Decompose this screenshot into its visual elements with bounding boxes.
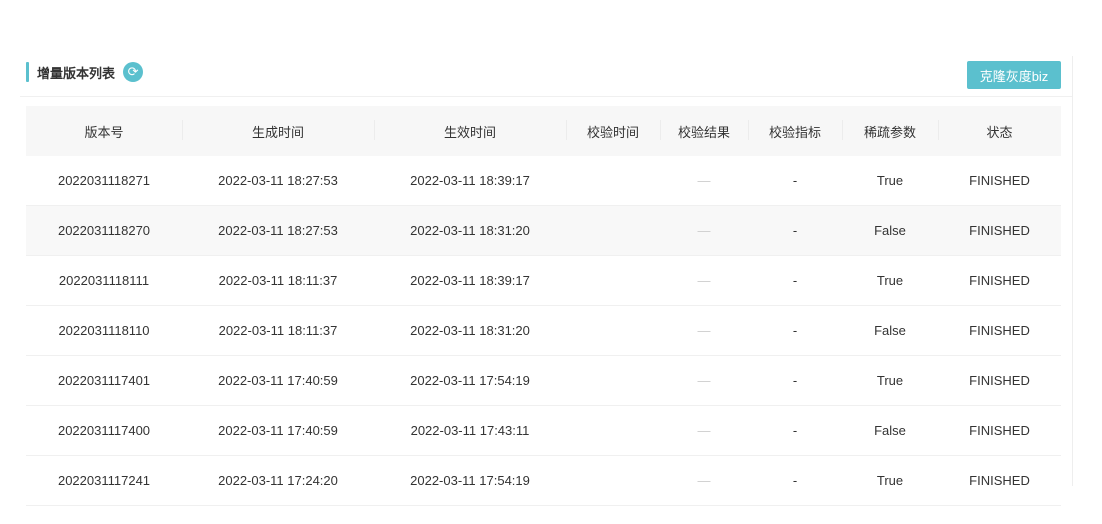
title-accent-bar: [26, 62, 29, 82]
cell-effective-time: 2022-03-11 18:31:20: [374, 305, 566, 356]
cell-sparse-param: False: [842, 305, 938, 356]
cell-generated-time: 2022-03-11 17:24:20: [182, 455, 374, 506]
cell-sparse-param: True: [842, 156, 938, 206]
cell-effective-time: 2022-03-11 18:39:17: [374, 255, 566, 306]
version-table: 版本号 生成时间 生效时间 校验时间 校验结果 校验指标 稀疏参数 状态 2022031118…: [26, 106, 1061, 506]
column-header-effective-time: 生效时间: [374, 106, 566, 156]
cell-check-result: —: [660, 405, 748, 456]
cell-status: FINISHED: [938, 405, 1061, 456]
cell-sparse-param: False: [842, 405, 938, 456]
column-header-generated-time: 生成时间: [182, 106, 374, 156]
cell-check-time: [566, 405, 660, 456]
table-row[interactable]: 2022031117401 2022-03-11 17:40:59 2022-03-…: [26, 355, 1061, 406]
cell-check-time: [566, 305, 660, 356]
cell-sparse-param: True: [842, 355, 938, 406]
cell-generated-time: 2022-03-11 17:40:59: [182, 355, 374, 406]
panel-header: 增量版本列表 ⟳: [26, 62, 144, 82]
cell-effective-time: 2022-03-11 18:39:17: [374, 156, 566, 206]
column-header-version-number: 版本号: [26, 106, 182, 156]
cell-check-metric: -: [748, 305, 842, 356]
column-header-check-metric: 校验指标: [748, 106, 842, 156]
table-row[interactable]: 2022031117241 2022-03-11 17:24:20 2022-03-…: [26, 455, 1061, 506]
cell-check-time: [566, 156, 660, 206]
cell-sparse-param: True: [842, 255, 938, 306]
divider: [20, 96, 1072, 97]
column-header-check-result: 校验结果: [660, 106, 748, 156]
cell-status: FINISHED: [938, 255, 1061, 306]
cell-check-time: [566, 355, 660, 406]
column-header-sparse-param: 稀疏参数: [842, 106, 938, 156]
clone-gray-biz-button[interactable]: 克隆灰度biz: [967, 61, 1061, 89]
cell-status: FINISHED: [938, 156, 1061, 206]
table-row[interactable]: 2022031118111 2022-03-11 18:11:37 2022-03-…: [26, 255, 1061, 306]
cell-sparse-param: True: [842, 455, 938, 506]
cell-status: FINISHED: [938, 205, 1061, 256]
cell-generated-time: 2022-03-11 17:40:59: [182, 405, 374, 456]
cell-check-metric: -: [748, 355, 842, 406]
cell-effective-time: 2022-03-11 18:31:20: [374, 205, 566, 256]
cell-check-metric: -: [748, 156, 842, 206]
cell-version-number: 2022031118271: [26, 156, 182, 206]
cell-generated-time: 2022-03-11 18:11:37: [182, 305, 374, 356]
cell-sparse-param: False: [842, 205, 938, 256]
cell-version-number: 2022031117241: [26, 455, 182, 506]
cell-status: FINISHED: [938, 455, 1061, 506]
panel-title: 增量版本列表: [37, 65, 116, 81]
table-row[interactable]: 2022031118110 2022-03-11 18:11:37 2022-03-…: [26, 305, 1061, 356]
cell-check-result: —: [660, 205, 748, 256]
cell-check-metric: -: [748, 205, 842, 256]
cell-check-metric: -: [748, 455, 842, 506]
cell-check-metric: -: [748, 255, 842, 306]
cell-check-metric: -: [748, 405, 842, 456]
refresh-icon[interactable]: ⟳: [123, 62, 144, 82]
column-header-status: 状态: [938, 106, 1061, 156]
cell-effective-time: 2022-03-11 17:54:19: [374, 355, 566, 406]
table-row[interactable]: 2022031117400 2022-03-11 17:40:59 2022-03-…: [26, 405, 1061, 456]
table-row[interactable]: 2022031118271 2022-03-11 18:27:53 2022-03-…: [26, 156, 1061, 206]
cell-check-time: [566, 255, 660, 306]
cell-status: FINISHED: [938, 355, 1061, 406]
cell-status: FINISHED: [938, 305, 1061, 356]
cell-check-result: —: [660, 305, 748, 356]
cell-check-result: —: [660, 156, 748, 206]
cell-check-result: —: [660, 255, 748, 306]
incremental-version-panel: 增量版本列表 ⟳ 克隆灰度biz 版本号 生成时间 生效时间 校验时间 校验结果 校验指标…: [0, 56, 1073, 506]
cell-check-time: [566, 455, 660, 506]
cell-generated-time: 2022-03-11 18:11:37: [182, 255, 374, 306]
cell-version-number: 2022031118111: [26, 255, 182, 306]
cell-version-number: 2022031117401: [26, 355, 182, 406]
cell-check-result: —: [660, 455, 748, 506]
cell-version-number: 2022031118110: [26, 305, 182, 356]
cell-generated-time: 2022-03-11 18:27:53: [182, 156, 374, 206]
cell-check-time: [566, 205, 660, 256]
cell-version-number: 2022031118270: [26, 205, 182, 256]
cell-effective-time: 2022-03-11 17:54:19: [374, 455, 566, 506]
cell-generated-time: 2022-03-11 18:27:53: [182, 205, 374, 256]
cell-check-result: —: [660, 355, 748, 406]
table-header-row: 版本号 生成时间 生效时间 校验时间 校验结果 校验指标 稀疏参数 状态: [26, 106, 1061, 156]
cell-version-number: 2022031117400: [26, 405, 182, 456]
column-header-check-time: 校验时间: [566, 106, 660, 156]
cell-effective-time: 2022-03-11 17:43:11: [374, 405, 566, 456]
table-row[interactable]: 2022031118270 2022-03-11 18:27:53 2022-03-…: [26, 205, 1061, 256]
